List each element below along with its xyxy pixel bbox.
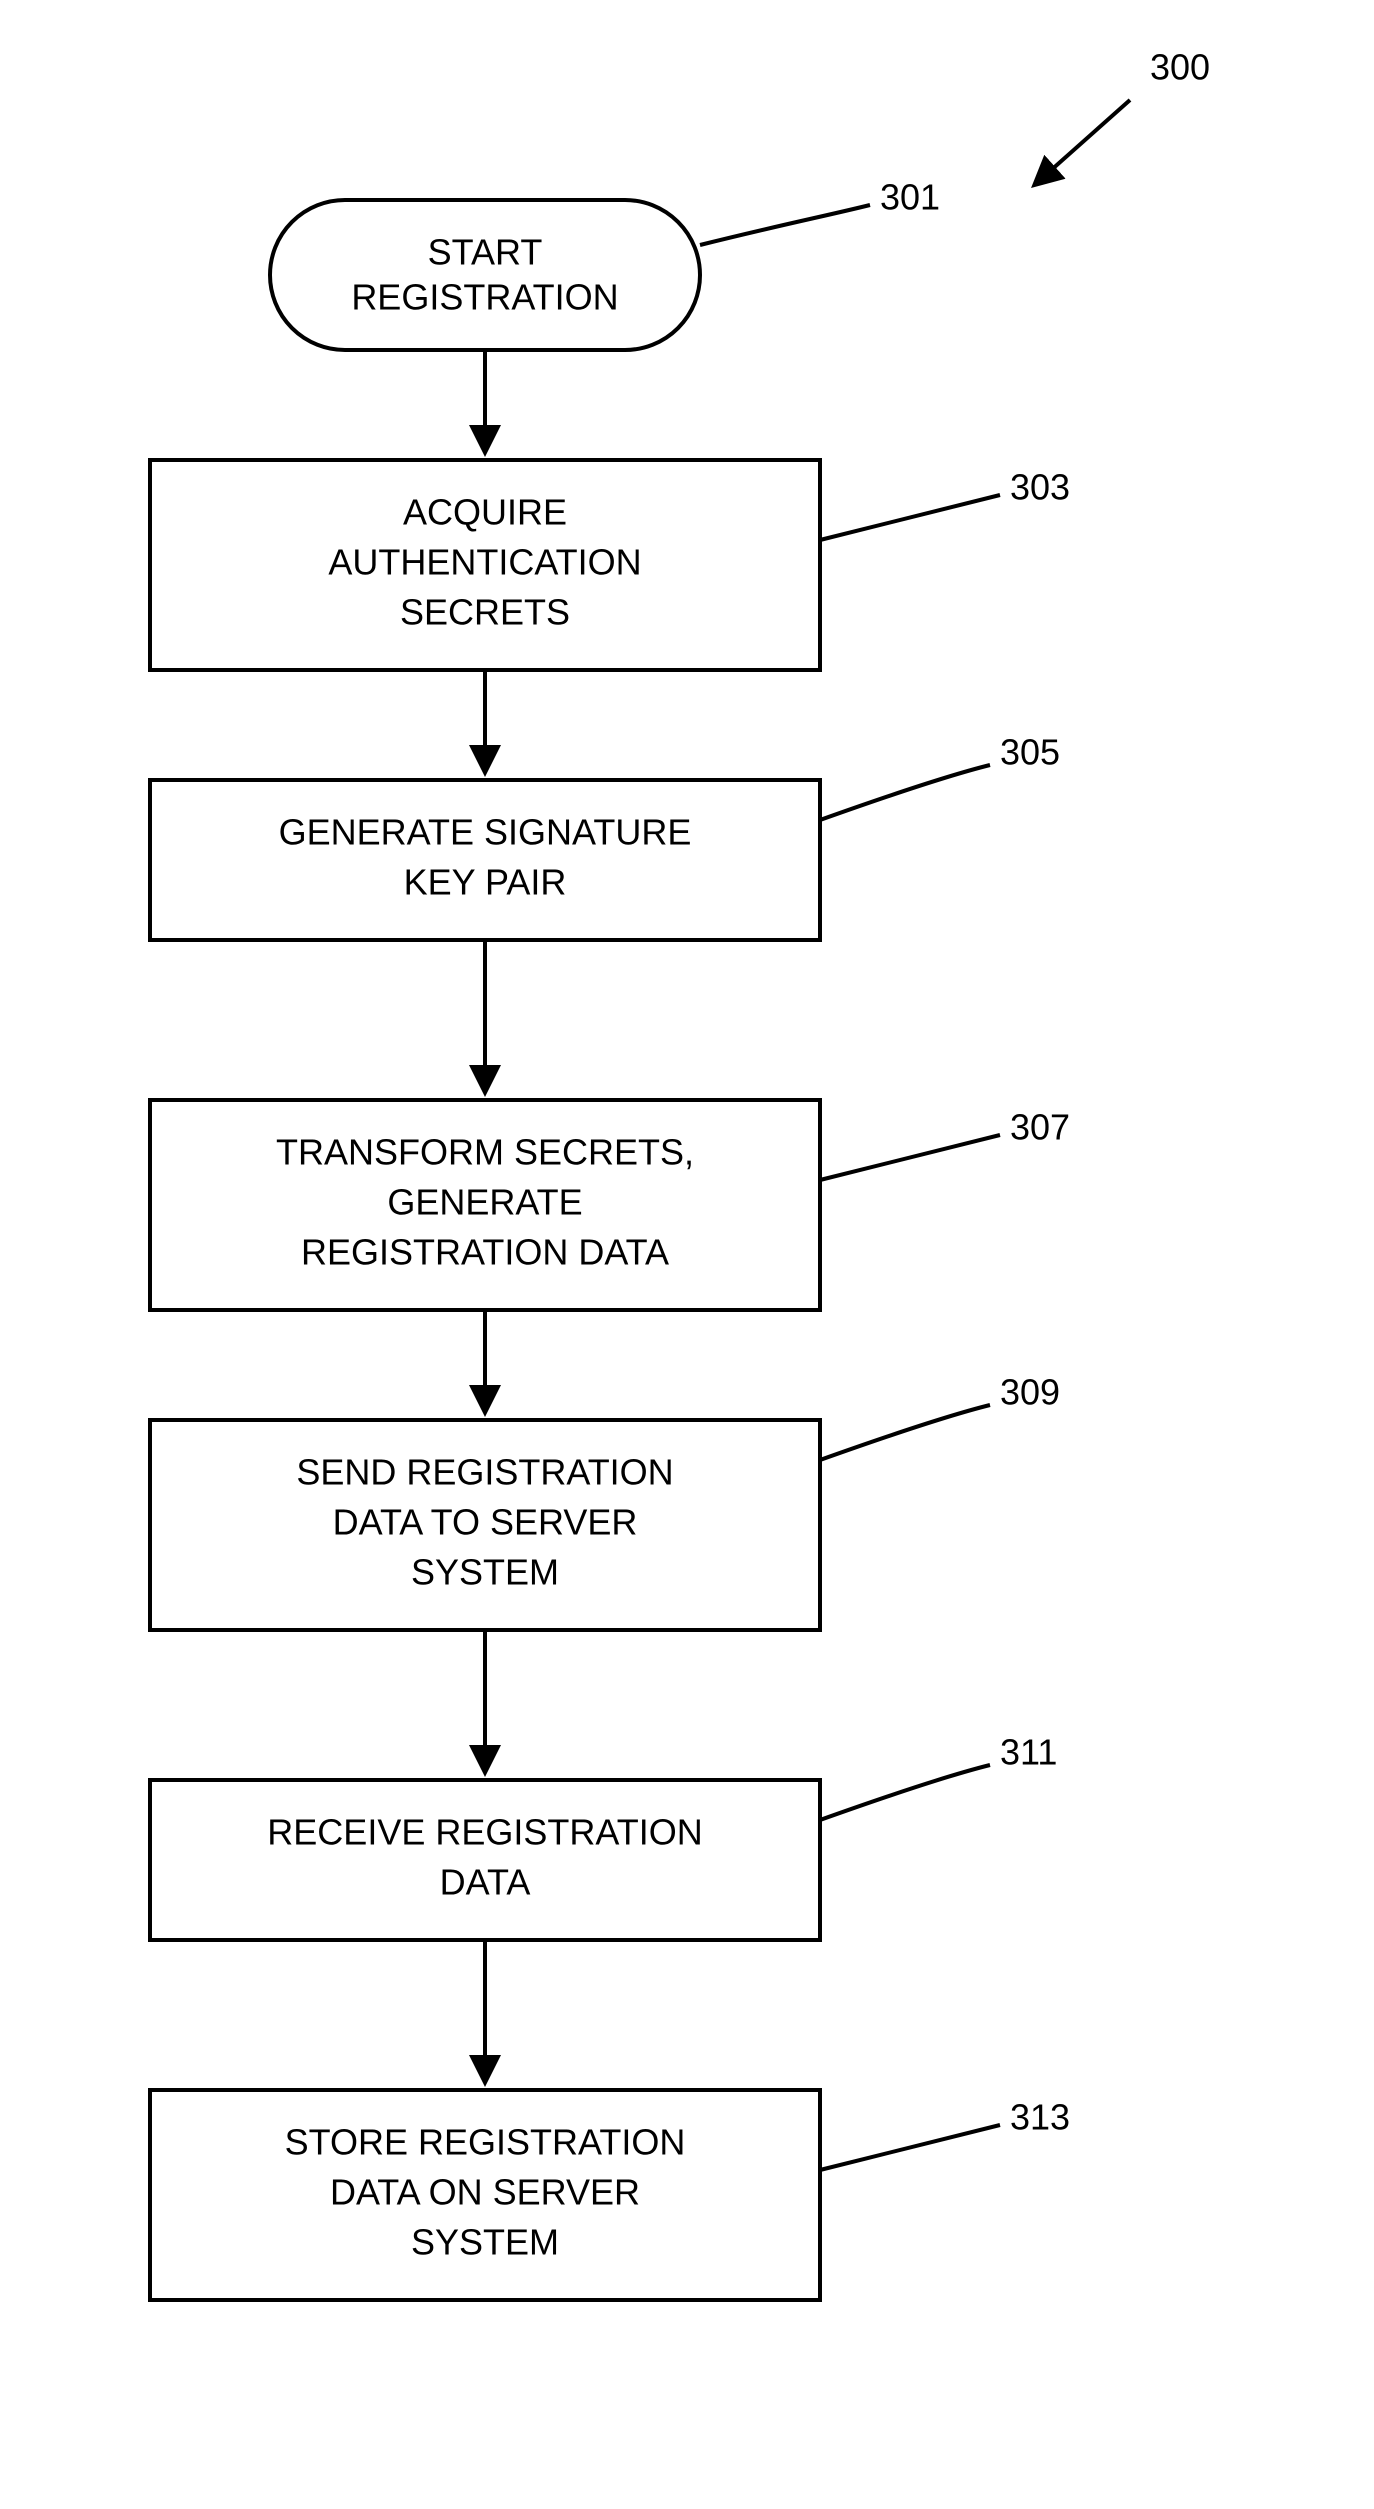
step-305-line-1: GENERATE SIGNATURE	[279, 812, 692, 853]
diagram-ref-label: 300	[1150, 47, 1210, 88]
leader-303	[820, 495, 1000, 540]
leader-start	[700, 205, 870, 245]
step-307-line-2: GENERATE	[387, 1182, 582, 1223]
step-309-line-1: SEND REGISTRATION	[296, 1452, 673, 1493]
step-309: SEND REGISTRATION DATA TO SERVER SYSTEM …	[150, 1372, 1060, 1630]
step-307-line-1: TRANSFORM SECRETS,	[276, 1132, 694, 1173]
leader-311	[820, 1765, 990, 1820]
step-311-ref: 311	[1000, 1732, 1057, 1773]
step-303: ACQUIRE AUTHENTICATION SECRETS 303	[150, 460, 1070, 670]
step-303-line-3: SECRETS	[400, 592, 570, 633]
start-ref: 301	[880, 177, 940, 218]
start-text-2: REGISTRATION	[351, 277, 618, 318]
leader-305	[820, 765, 990, 820]
leader-307	[820, 1135, 1000, 1180]
step-309-ref: 309	[1000, 1372, 1060, 1413]
leader-309	[820, 1405, 990, 1460]
start-node: START REGISTRATION 301	[270, 177, 940, 350]
step-309-line-3: SYSTEM	[411, 1552, 559, 1593]
diagram-ref: 300	[1040, 47, 1210, 180]
step-307-line-3: REGISTRATION DATA	[301, 1232, 669, 1273]
step-313-ref: 313	[1010, 2097, 1070, 2138]
step-307: TRANSFORM SECRETS, GENERATE REGISTRATION…	[150, 1100, 1070, 1310]
step-305: GENERATE SIGNATURE KEY PAIR 305	[150, 732, 1060, 940]
step-313: STORE REGISTRATION DATA ON SERVER SYSTEM…	[150, 2090, 1070, 2300]
step-303-line-1: ACQUIRE	[403, 492, 567, 533]
step-303-line-2: AUTHENTICATION	[328, 542, 641, 583]
step-305-line-2: KEY PAIR	[404, 862, 567, 903]
step-313-line-1: STORE REGISTRATION	[285, 2122, 686, 2163]
step-305-ref: 305	[1000, 732, 1060, 773]
step-311-line-2: DATA	[440, 1862, 531, 1903]
leader-313	[820, 2125, 1000, 2170]
step-311: RECEIVE REGISTRATION DATA 311	[150, 1732, 1057, 1940]
step-313-line-2: DATA ON SERVER	[330, 2172, 640, 2213]
flowchart: 300 START REGISTRATION 301 ACQUIRE AUTHE…	[0, 0, 1374, 2509]
step-313-line-3: SYSTEM	[411, 2222, 559, 2263]
step-309-line-2: DATA TO SERVER	[333, 1502, 638, 1543]
step-311-line-1: RECEIVE REGISTRATION	[267, 1812, 702, 1853]
start-text-1: START	[428, 232, 543, 273]
step-303-ref: 303	[1010, 467, 1070, 508]
step-307-ref: 307	[1010, 1107, 1070, 1148]
